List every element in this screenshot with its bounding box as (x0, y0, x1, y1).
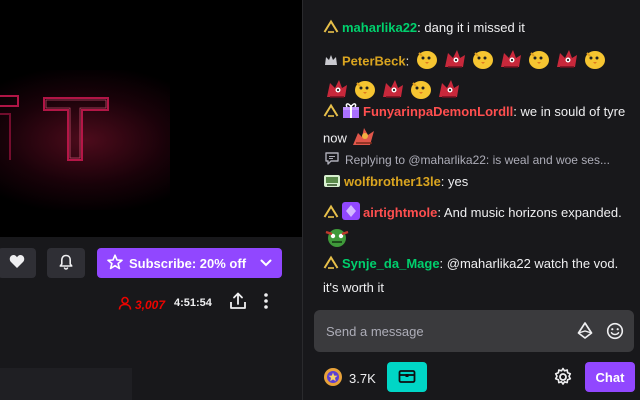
video-player[interactable] (0, 0, 302, 237)
reply-icon (325, 152, 339, 168)
chat-message-text: yes (448, 174, 469, 189)
chat-separator: : (440, 174, 449, 189)
stream-stats: 3,007 4:51:54 (0, 292, 302, 314)
points-value: 3.7K (349, 371, 376, 386)
chat-message: PeterBeck: (323, 47, 628, 107)
chat-input[interactable] (314, 310, 574, 352)
hype-chat-badge (323, 52, 339, 74)
person-icon (118, 296, 132, 313)
stream-area: Subscribe: 20% off 3,007 4:51:54 (0, 0, 302, 400)
bonus-chest-button[interactable] (387, 362, 427, 392)
chat-username[interactable]: FunyarinpaDemonLordll (363, 104, 513, 119)
star-icon (107, 253, 123, 273)
chick-emote (414, 47, 440, 77)
heart-icon (9, 254, 25, 272)
channel-points-icon (323, 367, 343, 390)
chat-message: Synje_da_Mage: @maharlika22 watch the vo… (323, 253, 628, 298)
diamond-badge (342, 202, 360, 226)
chat-message-list[interactable]: maharlika22: dang it i missed it PeterBe… (303, 0, 640, 300)
prime-crown-badge (323, 103, 339, 125)
chat-username[interactable]: PeterBeck (342, 53, 406, 68)
chat-panel: maharlika22: dang it i missed it PeterBe… (302, 0, 640, 400)
chat-message: airtightmole: And music horizons expande… (323, 202, 628, 256)
chick-emote (582, 47, 608, 77)
gear-icon[interactable] (553, 367, 573, 390)
video-neon-letters (0, 95, 109, 161)
stream-uptime: 4:51:54 (174, 297, 212, 309)
sub-gifter-badge (323, 173, 341, 195)
red-creature-emote (498, 47, 524, 77)
chat-separator: : (439, 256, 447, 271)
subscribe-button[interactable]: Subscribe: 20% off (97, 248, 282, 278)
gift-badge (342, 101, 360, 125)
more-options-button[interactable] (259, 292, 273, 312)
chat-footer: 3.7K Chat (303, 360, 640, 394)
reply-context[interactable]: Replying to @maharlika22: is weal and wo… (325, 152, 630, 168)
chat-username[interactable]: wolfbrother13le (344, 174, 441, 189)
about-panel-edge (0, 368, 132, 400)
channel-points-balance[interactable]: 3.7K (323, 367, 376, 390)
chat-message: maharlika22: dang it i missed it (323, 17, 628, 41)
reply-context-text: Replying to @maharlika22: is weal and wo… (345, 153, 610, 167)
red-creature-emote (442, 47, 468, 77)
subscribe-label: Subscribe: 20% off (129, 255, 247, 271)
chat-username[interactable]: Synje_da_Mage (342, 256, 440, 271)
chat-username[interactable]: airtightmole (363, 205, 437, 220)
chat-send-button[interactable]: Chat (585, 362, 635, 392)
chat-message-text: dang it i missed it (424, 20, 525, 35)
follow-button[interactable] (0, 248, 36, 278)
prime-crown-badge (323, 204, 339, 226)
chick-emote (526, 47, 552, 77)
chat-separator: : (405, 53, 413, 69)
chat-composer (314, 310, 634, 352)
share-icon (229, 292, 247, 313)
prime-crown-badge (323, 19, 339, 41)
dragon-emote (350, 125, 376, 153)
notifications-button[interactable] (47, 248, 85, 278)
viewer-count: 3,007 (118, 296, 165, 313)
share-button[interactable] (228, 292, 248, 312)
chest-icon (398, 368, 416, 387)
goblin-emote (323, 226, 351, 256)
chat-message: FunyarinpaDemonLordll: we in sould of ty… (323, 101, 628, 153)
bell-icon (58, 254, 74, 273)
emote-smile-icon[interactable] (606, 322, 624, 343)
chick-emote (470, 47, 496, 77)
more-vertical-icon (264, 292, 268, 312)
chat-message: wolfbrother13le: yes (323, 171, 628, 195)
viewer-count-value: 3,007 (135, 297, 166, 312)
chevron-down-icon (260, 259, 272, 267)
red-creature-emote (554, 47, 580, 77)
prime-crown-badge (323, 255, 339, 277)
bits-icon[interactable] (576, 322, 594, 343)
chat-username[interactable]: maharlika22 (342, 20, 417, 35)
chat-message-text: And music horizons expanded. (443, 205, 622, 220)
